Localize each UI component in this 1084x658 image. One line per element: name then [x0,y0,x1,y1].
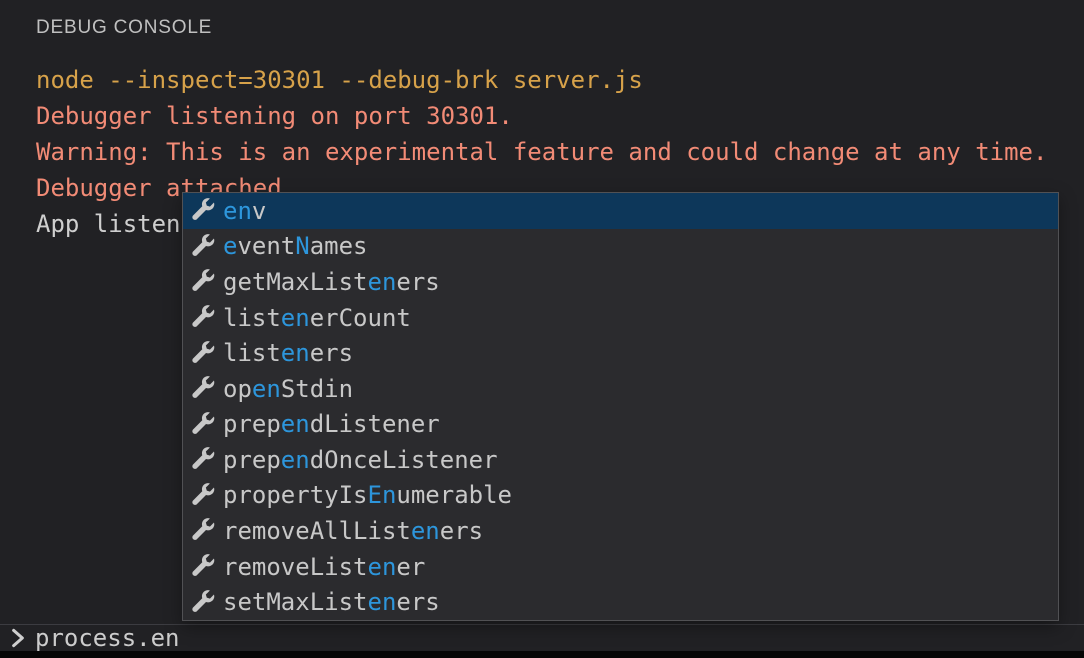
console-line: Debugger listening on port 30301. [36,98,1084,134]
suggestion-label: listenerCount [223,304,411,332]
wrench-icon [191,198,216,223]
suggestion-item-prependListener[interactable]: prependListener [183,406,1058,442]
wrench-icon [191,554,216,579]
wrench-icon [191,234,216,259]
suggestion-item-propertyIsEnumerable[interactable]: propertyIsEnumerable [183,478,1058,514]
wrench-icon [191,447,216,472]
wrench-icon [191,518,216,543]
bottom-strip [0,651,1084,658]
suggestion-item-listenerCount[interactable]: listenerCount [183,300,1058,336]
autocomplete-dropdown: env eventNames getMaxListeners listenerCoun… [182,192,1059,621]
suggestion-item-removeAllListeners[interactable]: removeAllListeners [183,513,1058,549]
console-line: node --inspect=30301 --debug-brk server.… [36,62,1084,98]
suggestion-label: prependOnceListener [223,446,498,474]
wrench-icon [191,483,216,508]
suggestion-label: removeListener [223,553,425,581]
suggestion-item-removeListener[interactable]: removeListener [183,549,1058,585]
suggestion-label: prependListener [223,410,440,438]
suggestion-item-listeners[interactable]: listeners [183,335,1058,371]
suggestion-label: setMaxListeners [223,588,440,616]
console-input-row[interactable]: process.en [0,624,1084,651]
suggestion-label: eventNames [223,232,368,260]
panel-title[interactable]: DEBUG CONSOLE [36,17,212,39]
console-input-value: process.en [35,624,180,652]
wrench-icon [191,341,216,366]
chevron-right-icon [8,625,28,651]
wrench-icon [191,590,216,615]
suggestion-label: getMaxListeners [223,268,440,296]
suggestion-label: openStdin [223,375,353,403]
suggestion-item-openStdin[interactable]: openStdin [183,371,1058,407]
suggestion-item-prependOnceListener[interactable]: prependOnceListener [183,442,1058,478]
suggestion-label: listeners [223,339,353,367]
suggestion-label: env [223,197,266,225]
wrench-icon [191,412,216,437]
debug-console-panel: DEBUG CONSOLE node --inspect=30301 --deb… [0,0,1084,658]
suggestion-item-setMaxListeners[interactable]: setMaxListeners [183,584,1058,620]
wrench-icon [191,376,216,401]
suggestion-label: propertyIsEnumerable [223,481,512,509]
suggestion-item-getMaxListeners[interactable]: getMaxListeners [183,264,1058,300]
wrench-icon [191,269,216,294]
suggestion-item-eventNames[interactable]: eventNames [183,229,1058,265]
wrench-icon [191,305,216,330]
suggestion-label: removeAllListeners [223,517,483,545]
console-line: Warning: This is an experimental feature… [36,134,1084,170]
suggestion-item-env[interactable]: env [183,193,1058,229]
